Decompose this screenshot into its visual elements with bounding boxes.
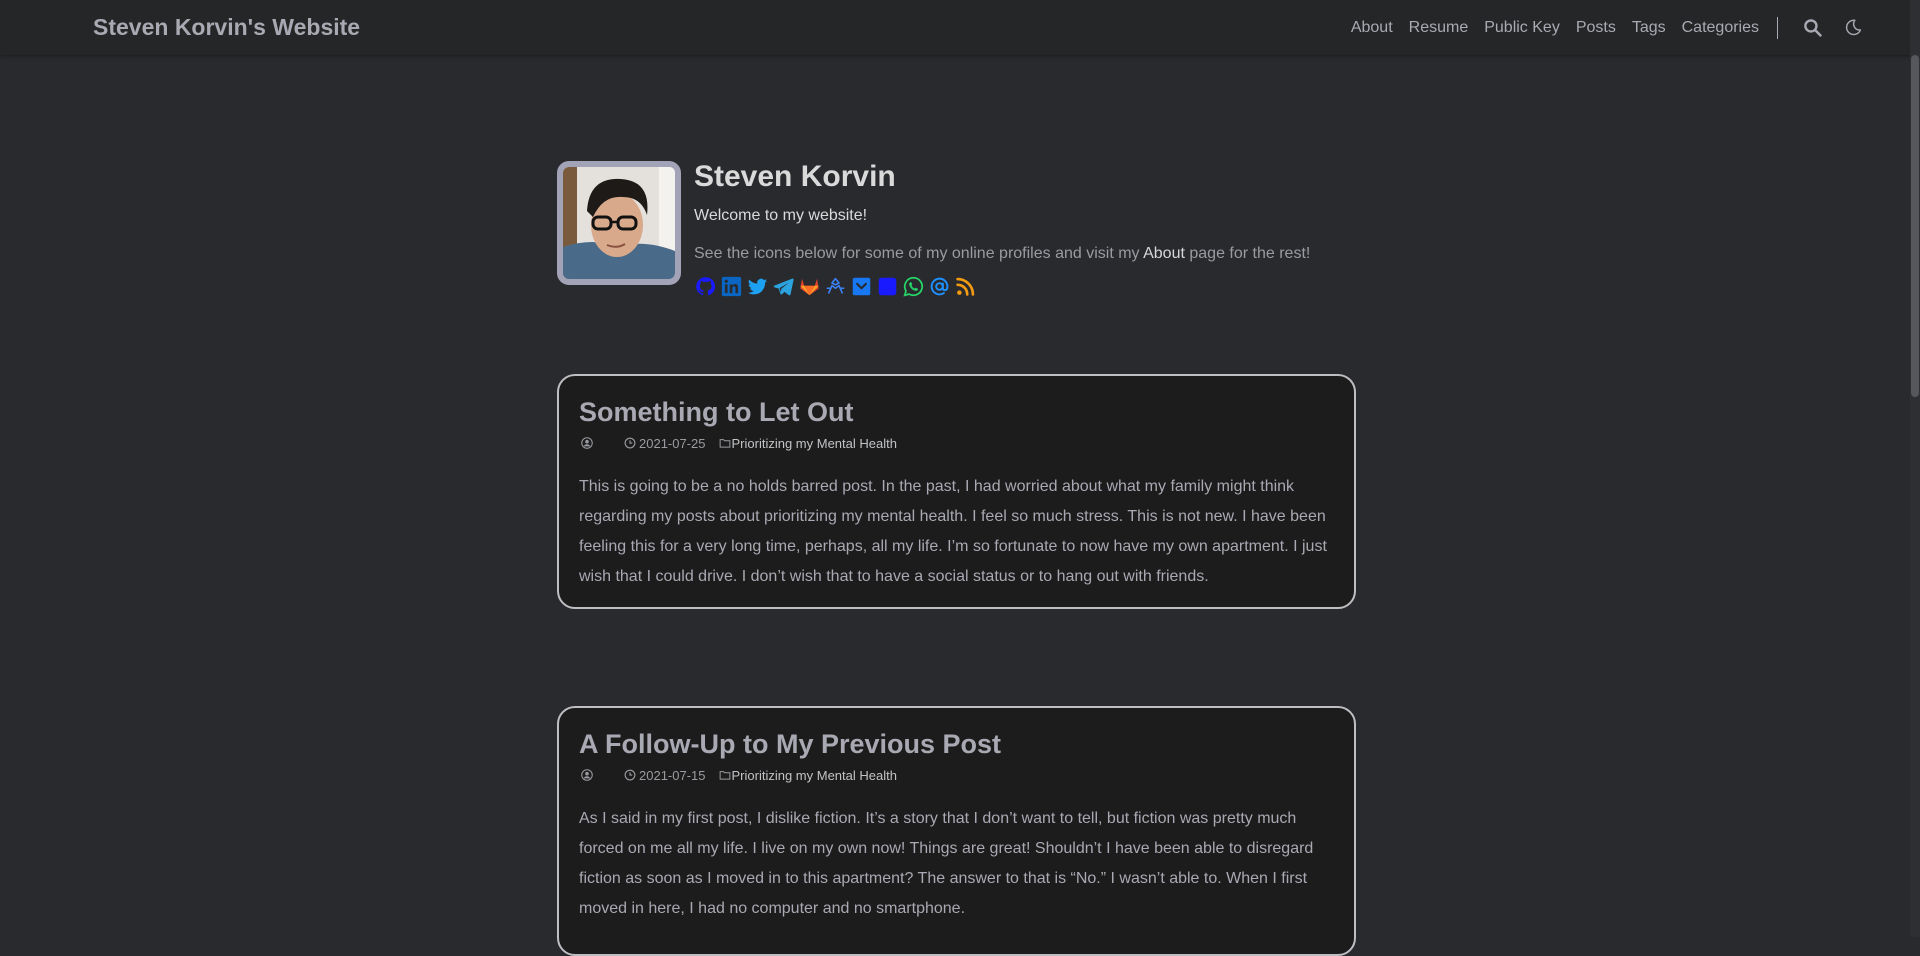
post-date-text: 2021-07-25 (639, 435, 706, 451)
post-card: Something to Let Out 2021-07-25 Prioriti… (557, 374, 1356, 609)
post-title-link[interactable]: Something to Let Out (579, 396, 1334, 428)
menu-item-posts[interactable]: Posts (1576, 19, 1616, 37)
post-card: A Follow-Up to My Previous Post 2021-07-… (557, 706, 1356, 956)
gitlab-icon[interactable] (798, 275, 820, 297)
intro-text-end: page for the rest! (1184, 245, 1311, 262)
moon-icon[interactable] (1841, 17, 1863, 39)
author-icon (581, 769, 593, 781)
menu-item-categories[interactable]: Categories (1682, 19, 1759, 37)
menu-item-resume[interactable]: Resume (1409, 19, 1469, 37)
intro-text: See the icons below for some of my onlin… (694, 245, 1354, 263)
post-date: 2021-07-25 (624, 436, 706, 451)
folder-icon (719, 771, 730, 780)
post-category-link[interactable]: Prioritizing my Mental Health (732, 436, 897, 451)
menu-item-public-key[interactable]: Public Key (1484, 19, 1560, 37)
post-summary: This is going to be a no holds barred po… (579, 478, 1327, 585)
menu-item-tags[interactable]: Tags (1632, 19, 1666, 37)
site-brand-link[interactable]: Steven Korvin's Website (93, 14, 360, 41)
avatar (557, 161, 681, 285)
email-icon[interactable] (928, 275, 950, 297)
page-scrollbar[interactable] (1910, 0, 1920, 937)
post-meta: 2021-07-25 Prioritizing my Mental Health (579, 436, 1334, 451)
main-menu: About Resume Public Key Posts Tags Categ… (1335, 0, 1920, 55)
menu-item-about[interactable]: About (1351, 19, 1393, 37)
post-category-link[interactable]: Prioritizing my Mental Health (732, 768, 897, 783)
pocket-icon[interactable] (850, 275, 872, 297)
scrollbar-thumb[interactable] (1911, 55, 1919, 397)
post-meta: 2021-07-15 Prioritizing my Mental Health (579, 768, 1334, 783)
profile-text: Steven Korvin Welcome to my website! See… (694, 161, 1354, 297)
rss-icon[interactable] (954, 275, 976, 297)
search-icon[interactable] (1801, 17, 1823, 39)
profile-section: Steven Korvin Welcome to my website! See… (557, 161, 1357, 311)
twitter-icon[interactable] (746, 275, 768, 297)
intro-about-link[interactable]: About (1143, 245, 1185, 262)
post-summary: As I said in my first post, I dislike fi… (579, 810, 1314, 917)
telegram-icon[interactable] (772, 275, 794, 297)
whatsapp-icon[interactable] (902, 275, 924, 297)
linkedin-icon[interactable] (720, 275, 742, 297)
post-category: Prioritizing my Mental Health (719, 768, 897, 783)
welcome-text: Welcome to my website! (694, 207, 868, 224)
clock-icon (624, 437, 636, 449)
profile-name: Steven Korvin (694, 160, 896, 193)
post-date: 2021-07-15 (624, 768, 706, 783)
intro-text-start: See the icons below for some of my onlin… (694, 245, 1144, 262)
social-links (694, 275, 1354, 297)
post-category: Prioritizing my Mental Health (719, 436, 897, 451)
square-icon[interactable] (876, 275, 898, 297)
folder-icon (719, 439, 730, 448)
clock-icon (624, 769, 636, 781)
post-date-text: 2021-07-15 (639, 767, 706, 783)
github-icon[interactable] (694, 275, 716, 297)
site-header: Steven Korvin's Website About Resume Pub… (0, 0, 1920, 55)
liberapay-icon[interactable] (824, 275, 846, 297)
author-icon (581, 437, 593, 449)
post-title-link[interactable]: A Follow-Up to My Previous Post (579, 728, 1334, 760)
menu-divider (1777, 16, 1778, 39)
